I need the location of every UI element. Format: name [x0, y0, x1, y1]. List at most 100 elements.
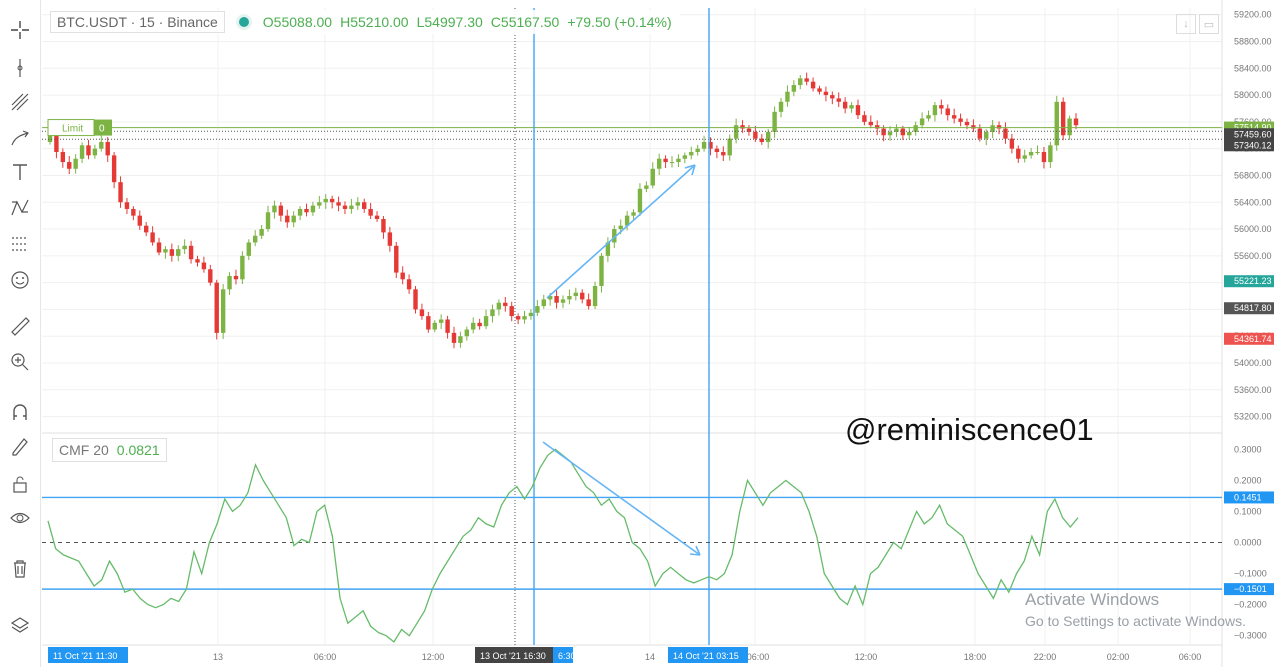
candle-body	[573, 292, 579, 297]
price-trend-arrow	[546, 164, 696, 299]
candle-body	[1048, 145, 1053, 163]
candle-body	[79, 145, 85, 159]
price-tag-label: 57459.60	[1234, 129, 1272, 139]
limit-order-qty: 0	[99, 124, 105, 135]
candle-body	[297, 208, 303, 216]
candle-body	[855, 105, 861, 116]
candle-body	[368, 208, 373, 216]
candle-body	[676, 158, 681, 163]
time-axis-label: 14	[645, 652, 655, 662]
time-marker-label: 13 Oct '21 16:30	[480, 651, 546, 661]
eye-icon[interactable]	[8, 506, 32, 530]
candle-body	[323, 198, 328, 203]
chart-canvas[interactable]: 59200.0058800.0058400.0058000.0057600.00…	[0, 0, 1280, 667]
candle-body	[721, 152, 726, 156]
candle-body	[727, 138, 732, 156]
candle-body	[214, 282, 219, 333]
candle-body	[92, 148, 98, 156]
candle-body	[759, 138, 764, 142]
candle-body	[656, 158, 662, 169]
candle-body	[73, 158, 78, 169]
candle-body	[791, 85, 797, 92]
cmf-value: 0.0821	[116, 442, 160, 458]
candle-body	[945, 108, 950, 116]
price-axis-label: 56000.00	[1234, 224, 1272, 234]
ruler-icon[interactable]	[8, 314, 32, 338]
candle-body	[637, 188, 643, 213]
candle-body	[778, 101, 784, 112]
candle-body	[849, 105, 854, 109]
candle-body	[1016, 148, 1021, 159]
candle-body	[195, 259, 200, 263]
cmf-name[interactable]: CMF 20	[53, 442, 115, 458]
cmf-axis-label: −0.1000	[1234, 569, 1267, 579]
candle-body	[253, 235, 258, 243]
trash-icon[interactable]	[8, 556, 32, 580]
time-axis-label: 02:00	[1107, 652, 1130, 662]
fib-tool-icon[interactable]	[8, 90, 32, 114]
measure-grid-icon[interactable]	[8, 232, 32, 256]
candle-body	[278, 205, 284, 216]
maximize-icon[interactable]: ▭	[1199, 14, 1219, 34]
emoji-icon[interactable]	[8, 268, 32, 292]
candle-body	[227, 275, 232, 290]
crosshair-icon[interactable]	[8, 18, 32, 42]
zoom-in-icon[interactable]	[8, 350, 32, 374]
cmf-legend: CMF 20 0.0821	[52, 438, 167, 462]
candle-body	[1003, 128, 1008, 139]
candle-body	[105, 141, 110, 156]
price-axis-label: 55600.00	[1234, 251, 1272, 261]
candle-body	[118, 182, 123, 203]
layers-icon[interactable]	[8, 614, 32, 638]
candle-body	[766, 131, 771, 142]
ohlc-close: C55167.50	[490, 14, 560, 30]
candle-body	[169, 249, 175, 256]
candle-body	[304, 208, 309, 213]
price-tag-label: 57340.12	[1234, 140, 1272, 150]
price-tag-label: 54817.80	[1234, 303, 1272, 313]
candle-body	[682, 155, 688, 159]
candle-body	[464, 329, 470, 337]
candle-body	[932, 105, 938, 116]
candle-body	[1009, 138, 1015, 149]
text-tool-icon[interactable]	[8, 160, 32, 184]
price-axis-label: 56400.00	[1234, 197, 1272, 207]
draw-lock-icon[interactable]	[8, 434, 32, 458]
price-axis-label: 58400.00	[1234, 63, 1272, 73]
candle-body	[47, 135, 53, 142]
candle-body	[842, 101, 848, 109]
candle-body	[54, 135, 59, 153]
author-watermark: @reminiscence01	[845, 412, 1094, 447]
symbol-title[interactable]: BTC.USDT · 15 · Binance	[50, 11, 225, 33]
price-axis-label: 53200.00	[1234, 412, 1272, 422]
candle-body	[265, 212, 271, 230]
pattern-icon[interactable]	[8, 196, 32, 220]
market-status-icon	[238, 17, 249, 27]
candle-body	[1028, 152, 1034, 156]
candle-body	[887, 131, 893, 136]
candle-body	[900, 128, 906, 136]
candle-body	[785, 91, 790, 102]
candle-body	[111, 155, 117, 183]
candle-body	[1035, 152, 1040, 154]
price-axis-label: 58800.00	[1234, 36, 1272, 46]
candle-body	[772, 111, 777, 132]
candle-body	[567, 296, 572, 300]
candle-body	[246, 242, 251, 256]
brush-icon[interactable]	[8, 126, 32, 150]
candle-body	[131, 208, 136, 216]
windows-activation-subtitle: Go to Settings to activate Windows.	[1025, 613, 1246, 629]
magnet-icon[interactable]	[8, 400, 32, 424]
candle-body	[509, 306, 514, 317]
candle-body	[631, 212, 636, 216]
candle-body	[188, 245, 194, 260]
candle-body	[426, 316, 431, 330]
lock-icon[interactable]	[8, 472, 32, 496]
price-axis-label: 56800.00	[1234, 170, 1272, 180]
candle-body	[490, 309, 495, 317]
scroll-down-icon[interactable]: ↓	[1176, 14, 1196, 34]
candle-body	[1067, 118, 1072, 136]
candle-body	[220, 289, 226, 333]
candle-body	[580, 292, 585, 300]
line-tool-icon[interactable]	[8, 56, 32, 80]
